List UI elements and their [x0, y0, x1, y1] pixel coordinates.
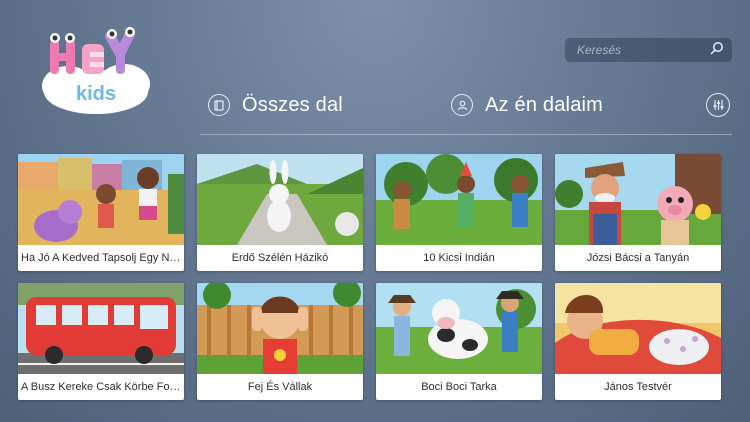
- search-input[interactable]: Keresés: [577, 43, 710, 57]
- nav-my-songs-label: Az én dalaim: [485, 93, 604, 116]
- settings-button[interactable]: [706, 93, 730, 117]
- logo-kids-text: kids: [76, 83, 116, 105]
- book-icon: [208, 94, 230, 116]
- song-card[interactable]: Ha Jó A Kedved Tapsolj Egy Nag...: [18, 154, 184, 271]
- song-thumbnail: [18, 154, 184, 245]
- song-thumbnail: [197, 154, 363, 245]
- song-thumbnail: [18, 283, 184, 374]
- song-thumbnail: [376, 283, 542, 374]
- song-title: Ha Jó A Kedved Tapsolj Egy Nag...: [21, 252, 184, 264]
- song-card[interactable]: 10 Kicsi Indián: [376, 154, 542, 271]
- nav-divider: [200, 134, 732, 135]
- song-title: Erdő Szélén Házikó: [231, 252, 329, 264]
- search-field[interactable]: Keresés: [565, 38, 732, 62]
- song-thumbnail: [197, 283, 363, 374]
- hey-kids-logo: kids: [38, 26, 156, 120]
- song-card[interactable]: Boci Boci Tarka: [376, 283, 542, 400]
- song-card[interactable]: Fej És Vállak: [197, 283, 363, 400]
- song-card[interactable]: János Testvér: [555, 283, 721, 400]
- song-card[interactable]: Józsi Bácsi a Tanyán: [555, 154, 721, 271]
- search-icon[interactable]: [710, 41, 724, 60]
- song-title: Boci Boci Tarka: [421, 381, 497, 393]
- song-thumbnail: [555, 283, 721, 374]
- song-thumbnail: [376, 154, 542, 245]
- sliders-icon: [713, 100, 723, 110]
- user-icon: [451, 94, 473, 116]
- song-title: A Busz Kereke Csak Körbe Forog: [21, 381, 184, 393]
- song-title: 10 Kicsi Indián: [423, 252, 495, 264]
- song-title: János Testvér: [604, 381, 672, 393]
- nav-all-songs-label: Összes dal: [242, 93, 343, 116]
- song-card[interactable]: Erdő Szélén Házikó: [197, 154, 363, 271]
- nav-my-songs[interactable]: Az én dalaim: [451, 92, 603, 118]
- song-thumbnail: [555, 154, 721, 245]
- nav-all-songs[interactable]: Összes dal: [208, 92, 343, 118]
- song-title: Fej És Vállak: [247, 381, 313, 393]
- song-card[interactable]: A Busz Kereke Csak Körbe Forog: [18, 283, 184, 400]
- song-title: Józsi Bácsi a Tanyán: [586, 252, 690, 264]
